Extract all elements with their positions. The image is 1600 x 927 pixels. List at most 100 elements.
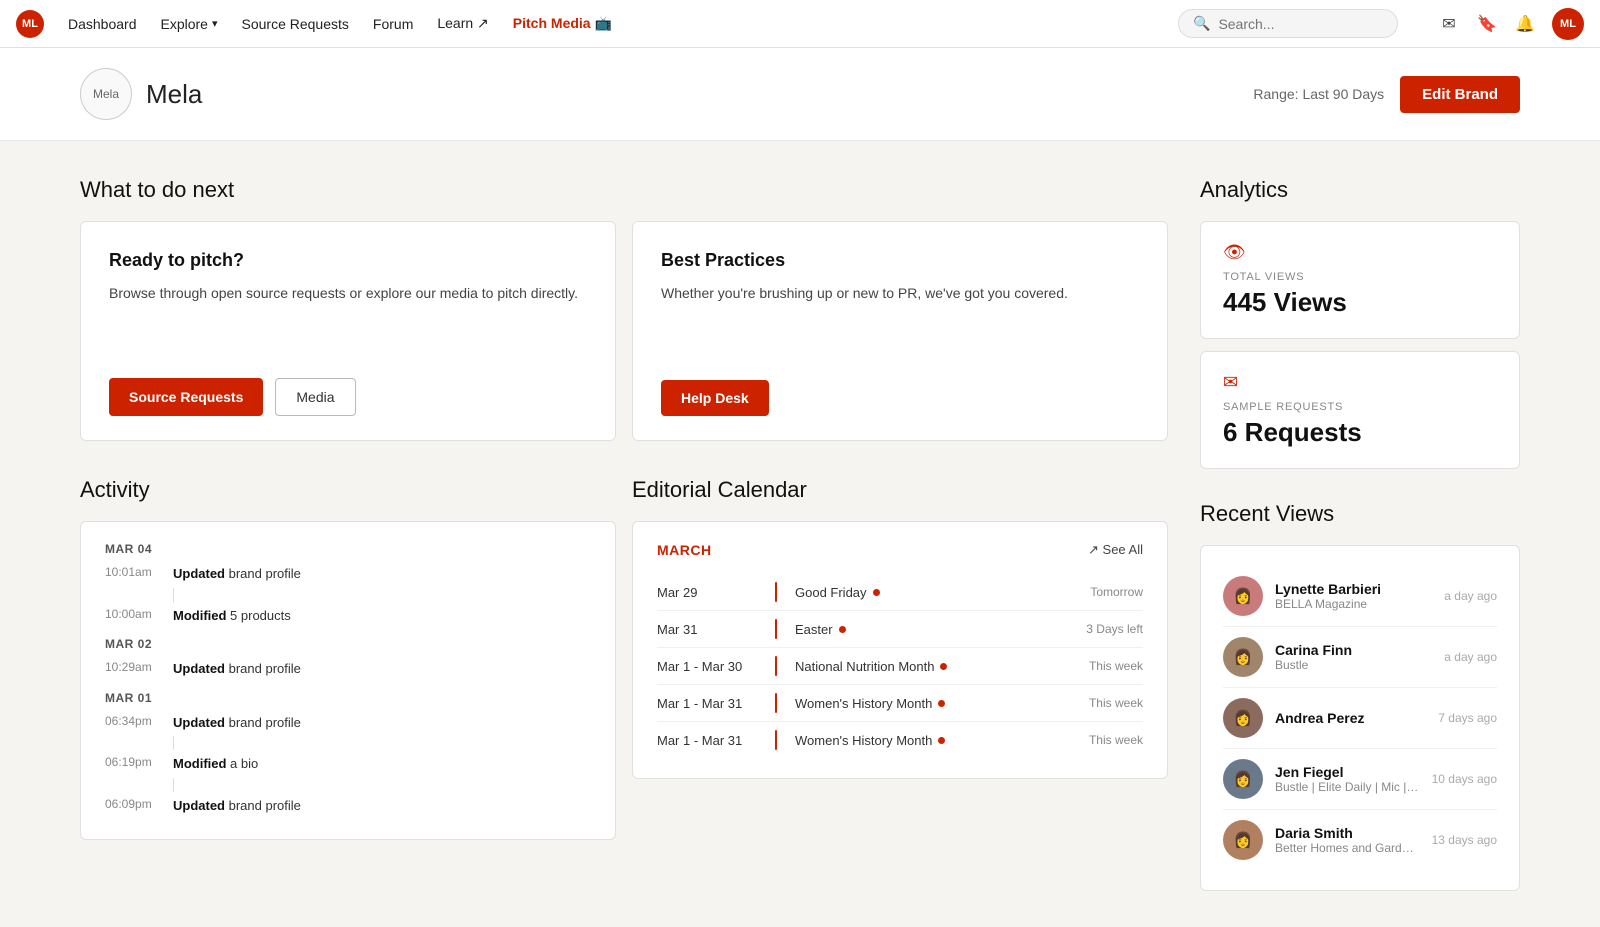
search-input[interactable] [1218,16,1383,32]
recent-info: Jen Fiegel Bustle | Elite Daily | Mic | … [1275,764,1420,794]
ed-timing: This week [1053,659,1143,673]
activity-text: Updated brand profile [173,796,301,816]
avatar: 👩 [1223,759,1263,799]
editorial-row: Mar 29 Good Friday Tomorrow [657,574,1143,611]
left-column: What to do next Ready to pitch? Browse t… [80,177,1168,891]
recent-view-item[interactable]: 👩 Jen Fiegel Bustle | Elite Daily | Mic … [1223,749,1497,810]
activity-time: 10:01am [105,565,159,579]
ed-timing: Tomorrow [1053,585,1143,599]
activity-divider [173,778,174,792]
ready-pitch-actions: Source Requests Media [109,378,587,416]
nav-learn[interactable]: Learn ↗ [437,15,488,32]
best-practices-actions: Help Desk [661,380,1139,416]
activity-text: Updated brand profile [173,713,301,733]
recent-info: Carina Finn Bustle [1275,642,1432,672]
activity-time: 06:09pm [105,797,159,811]
mail-icon[interactable]: ✉ [1438,13,1460,35]
recent-name: Lynette Barbieri [1275,581,1432,597]
envelope-icon: ✉ [1223,372,1497,393]
recent-info: Lynette Barbieri BELLA Magazine [1275,581,1432,611]
recent-view-item[interactable]: 👩 Carina Finn Bustle a day ago [1223,627,1497,688]
activity-text: Modified 5 products [173,606,291,626]
activity-date-mar02: MAR 02 [105,637,591,651]
editorial-header: MARCH ↗ See All [657,542,1143,558]
ed-timing: This week [1053,696,1143,710]
what-to-do-next-title: What to do next [80,177,1168,203]
ed-dot [839,626,846,633]
activity-divider [173,736,174,750]
analytics-title: Analytics [1200,177,1520,203]
activity-row: 06:19pm Modified a bio [105,754,591,774]
ed-dot [940,663,947,670]
recent-publication: BELLA Magazine [1275,597,1432,611]
nav-forum[interactable]: Forum [373,16,413,32]
nav-icons: ✉ 🔖 🔔 ML [1438,8,1584,40]
user-avatar[interactable]: ML [1552,8,1584,40]
notification-icon[interactable]: 🔔 [1514,13,1536,35]
recent-views-title: Recent Views [1200,501,1520,527]
main-content: What to do next Ready to pitch? Browse t… [0,141,1600,927]
bookmark-icon[interactable]: 🔖 [1476,13,1498,35]
recent-publication: Bustle [1275,658,1432,672]
activity-time: 10:00am [105,607,159,621]
source-requests-button[interactable]: Source Requests [109,378,263,416]
nav-dashboard[interactable]: Dashboard [68,16,137,32]
activity-row: 06:09pm Updated brand profile [105,796,591,816]
best-practices-desc: Whether you're brushing up or new to PR,… [661,283,1139,305]
recent-views-box: 👩 Lynette Barbieri BELLA Magazine a day … [1200,545,1520,891]
ed-bar [775,693,777,713]
activity-time: 10:29am [105,660,159,674]
ed-bar [775,582,777,602]
recent-time: a day ago [1444,650,1497,664]
total-views-card: 👁 TOTAL VIEWS 445 Views [1200,221,1520,339]
ed-date: Mar 31 [657,622,767,637]
see-all-link[interactable]: ↗ See All [1088,542,1143,558]
ed-dot [938,700,945,707]
ed-timing: This week [1053,733,1143,747]
editorial-month: MARCH [657,542,712,558]
ed-event: Women's History Month [795,733,1045,748]
avatar: 👩 [1223,637,1263,677]
what-to-do-next-section: What to do next Ready to pitch? Browse t… [80,177,1168,441]
sample-requests-value: 6 Requests [1223,417,1497,448]
activity-row: 10:29am Updated brand profile [105,659,591,679]
search-bar[interactable]: 🔍 [1178,9,1398,38]
recent-view-item[interactable]: 👩 Andrea Perez 7 days ago [1223,688,1497,749]
nav-pitch-media[interactable]: Pitch Media 📺 [513,15,612,32]
editorial-row: Mar 1 - Mar 30 National Nutrition Month … [657,648,1143,685]
activity-row: 06:34pm Updated brand profile [105,713,591,733]
nav-source-requests[interactable]: Source Requests [242,16,349,32]
nav-explore[interactable]: Explore ▾ [161,16,218,32]
recent-time: 13 days ago [1432,833,1497,847]
recent-view-item[interactable]: 👩 Daria Smith Better Homes and Gardens |… [1223,810,1497,870]
ed-event: National Nutrition Month [795,659,1045,674]
ready-pitch-title: Ready to pitch? [109,250,587,271]
nav-logo-text: ML [22,18,38,30]
brand-logo: Mela [80,68,132,120]
edit-brand-button[interactable]: Edit Brand [1400,76,1520,113]
ed-event: Good Friday [795,585,1045,600]
recent-name: Jen Fiegel [1275,764,1420,780]
ed-date: Mar 29 [657,585,767,600]
activity-date-mar04: MAR 04 [105,542,591,556]
ready-to-pitch-card: Ready to pitch? Browse through open sour… [80,221,616,441]
recent-publication: Better Homes and Gardens | Fa... [1275,841,1420,855]
activity-divider [173,588,174,602]
recent-publication: Bustle | Elite Daily | Mic | The ... [1275,780,1420,794]
activity-date-mar01: MAR 01 [105,691,591,705]
ready-pitch-desc: Browse through open source requests or e… [109,283,587,305]
recent-view-item[interactable]: 👩 Lynette Barbieri BELLA Magazine a day … [1223,566,1497,627]
media-button[interactable]: Media [275,378,355,416]
help-desk-button[interactable]: Help Desk [661,380,769,416]
nav-logo: ML [16,10,44,38]
sample-requests-card: ✉ SAMPLE REQUESTS 6 Requests [1200,351,1520,469]
sample-requests-label: SAMPLE REQUESTS [1223,401,1497,413]
range-label: Range: Last 90 Days [1253,86,1384,102]
best-practices-card: Best Practices Whether you're brushing u… [632,221,1168,441]
ed-dot [873,589,880,596]
recent-time: 10 days ago [1432,772,1497,786]
activity-text: Updated brand profile [173,564,301,584]
recent-name: Andrea Perez [1275,710,1426,726]
editorial-box: MARCH ↗ See All Mar 29 Good Friday Tomor… [632,521,1168,779]
eye-icon: 👁 [1223,242,1497,263]
